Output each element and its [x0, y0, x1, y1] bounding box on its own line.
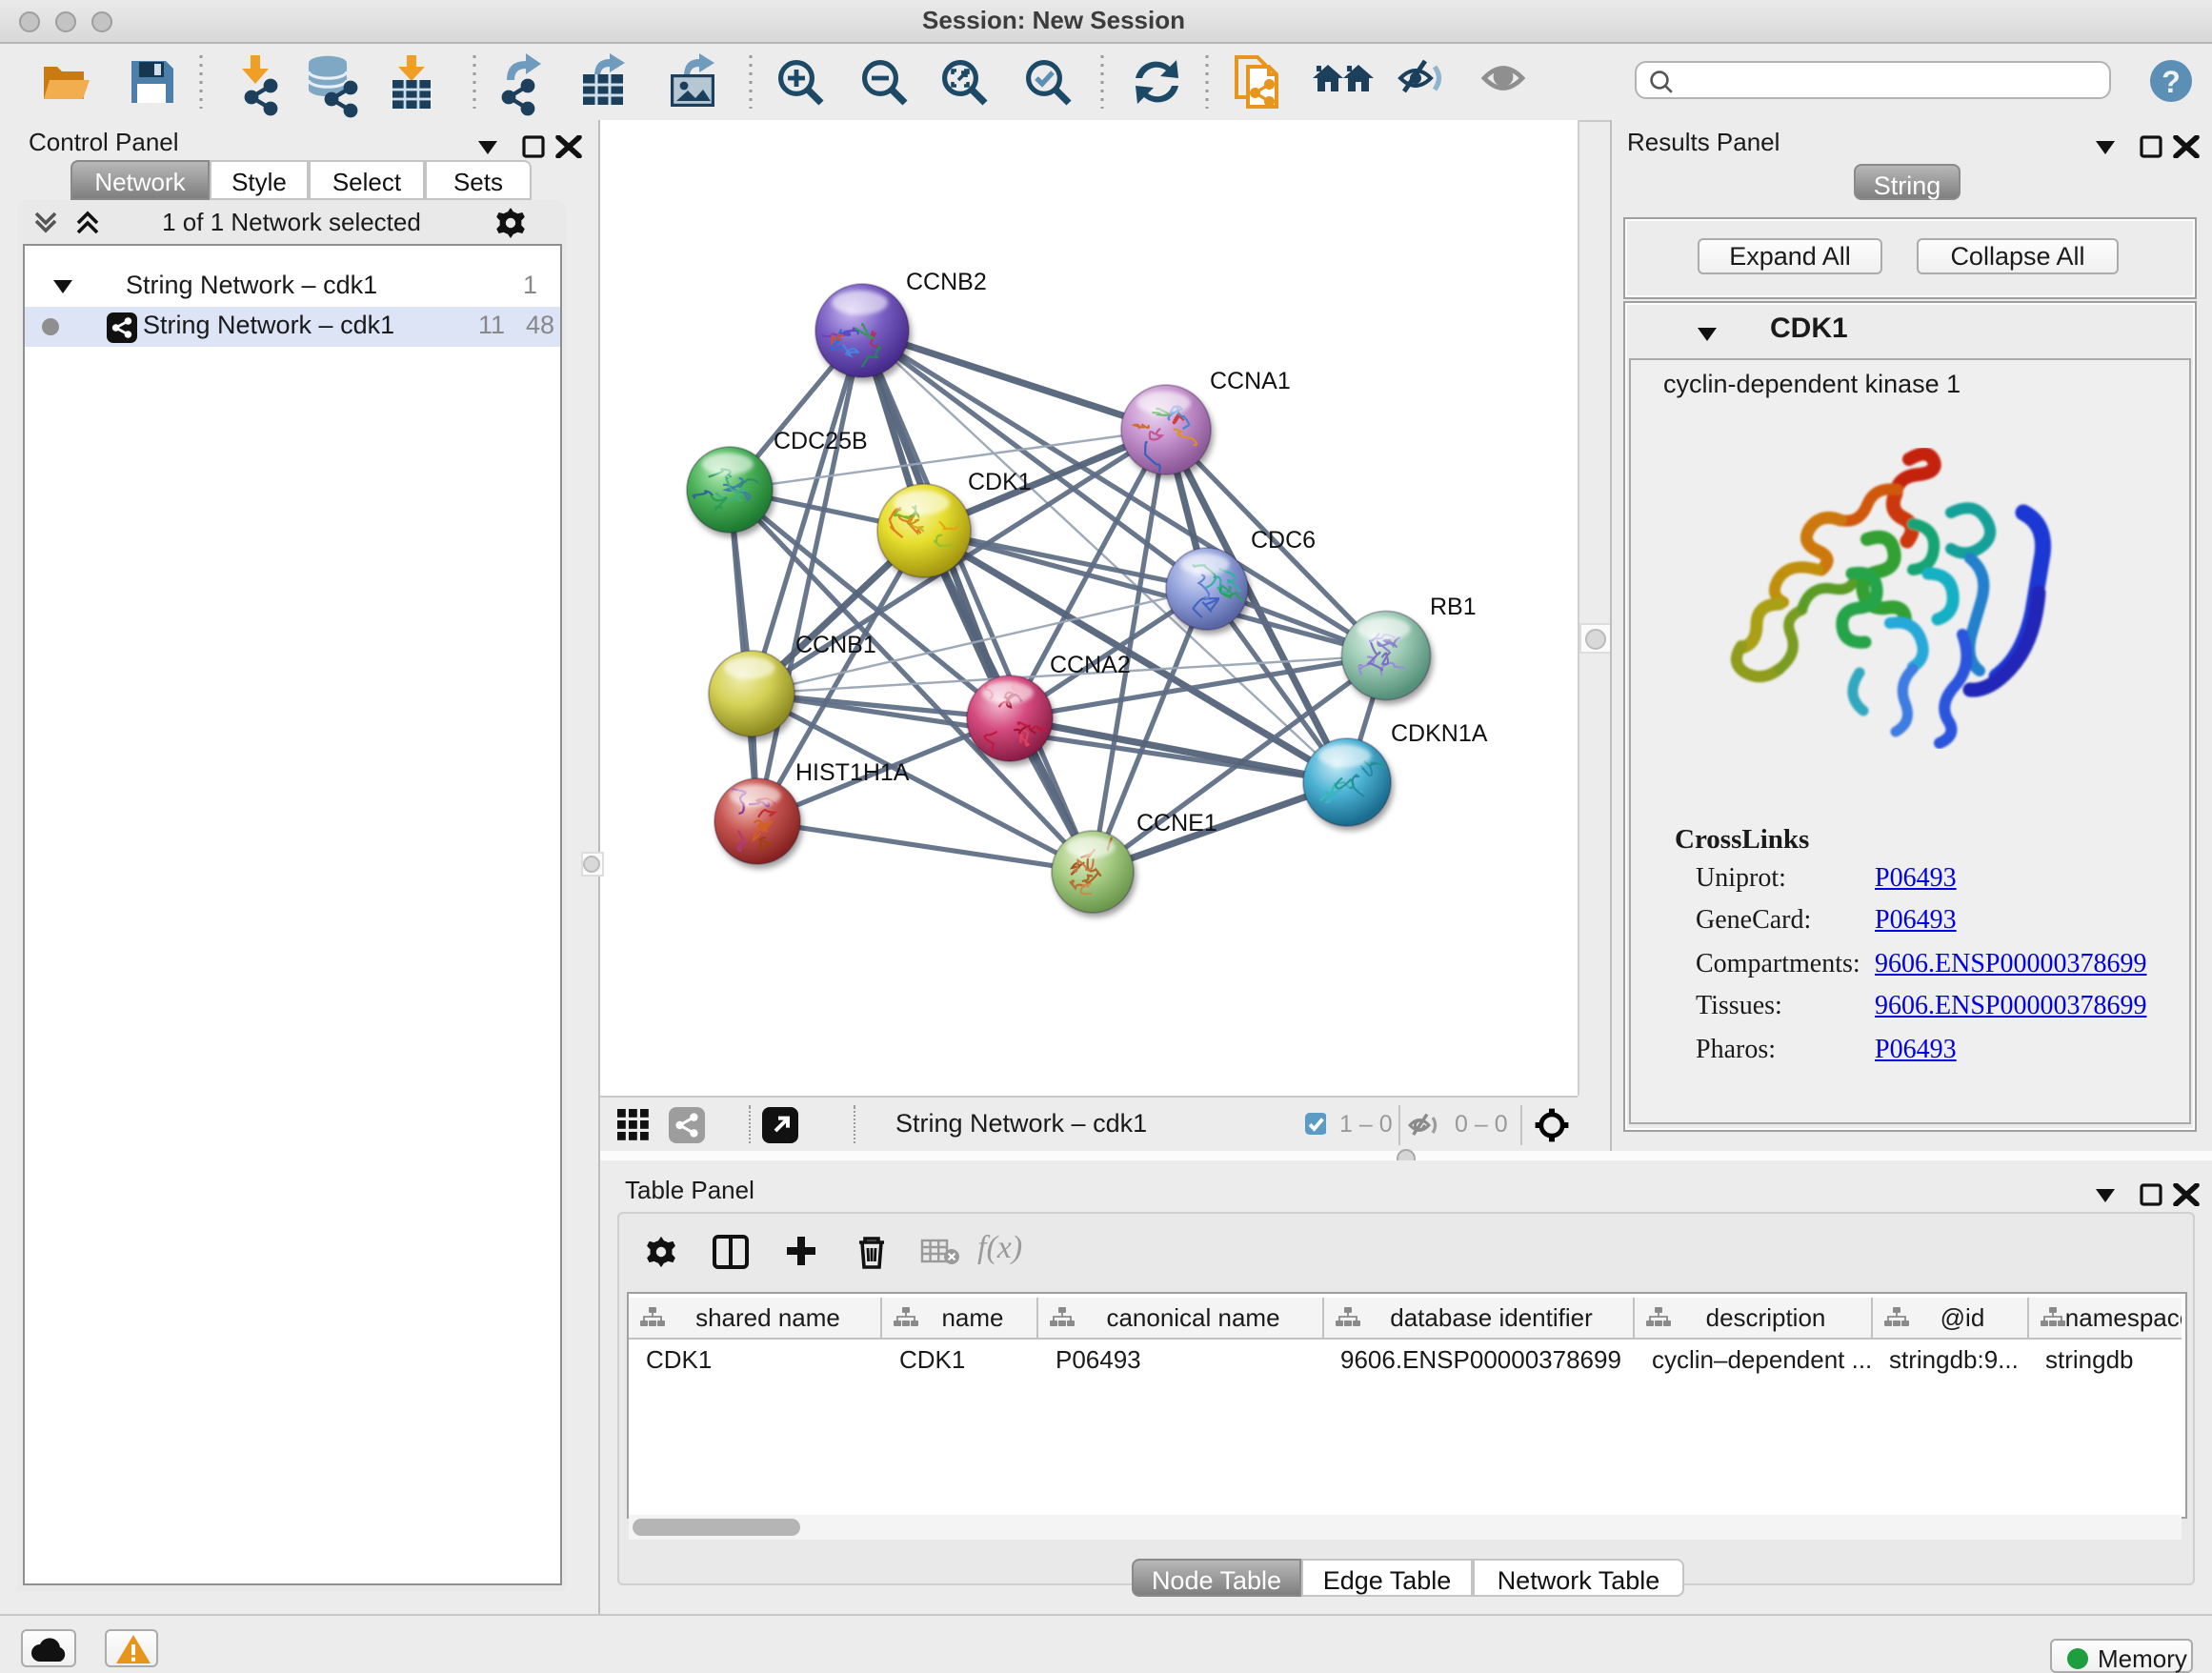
svg-text:CCNA1: CCNA1 [1210, 368, 1291, 394]
svg-text:CDC25B: CDC25B [774, 428, 868, 454]
svg-text:CCNE1: CCNE1 [1136, 810, 1217, 836]
svg-text:CCNB2: CCNB2 [906, 269, 987, 295]
svg-text:RB1: RB1 [1430, 594, 1477, 620]
svg-text:CDK1: CDK1 [968, 469, 1032, 495]
svg-text:?: ? [2161, 65, 2180, 99]
svg-text:CDC6: CDC6 [1251, 527, 1316, 554]
svg-text:CDKN1A: CDKN1A [1391, 720, 1488, 747]
svg-text:CCNA2: CCNA2 [1050, 652, 1131, 678]
svg-text:CCNB1: CCNB1 [795, 632, 876, 658]
svg-text:HIST1H1A: HIST1H1A [795, 759, 910, 786]
